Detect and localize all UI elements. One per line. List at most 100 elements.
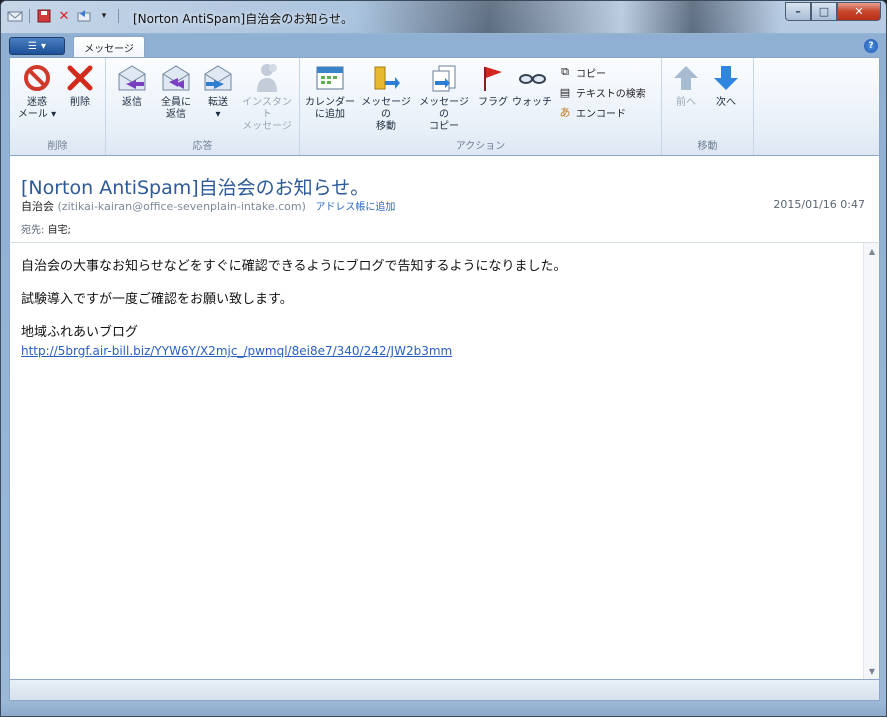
junk-mail-icon bbox=[21, 62, 53, 94]
copy-message-label: メッセージの bbox=[419, 97, 469, 120]
reply-icon bbox=[116, 62, 148, 94]
ribbon: 迷惑 メール ▾ 削除 削除 返信 全員に 返信 転送 ▾ インスタント メッセ… bbox=[9, 57, 880, 156]
watch-label: ウォッチ bbox=[512, 97, 552, 108]
next-button[interactable]: 次へ bbox=[708, 62, 744, 109]
move-message-label: メッセージの bbox=[361, 97, 411, 120]
blog-link[interactable]: http://5brgf.air-bill.biz/YYW6Y/X2mjc_/p… bbox=[21, 344, 452, 358]
body-line-1: 自治会の大事なお知らせなどをすぐに確認できるようにブログで告知するようになりまし… bbox=[21, 259, 567, 274]
encode-icon: あ bbox=[559, 106, 571, 119]
group-move-label: 移動 bbox=[697, 141, 718, 152]
reply-all-label-2: 返信 bbox=[166, 109, 186, 120]
flag-icon bbox=[477, 62, 509, 94]
minimize-button[interactable]: – bbox=[785, 2, 811, 21]
to-label: 宛先: bbox=[21, 225, 45, 236]
previous-button[interactable]: 前へ bbox=[668, 62, 704, 109]
copy-message-icon bbox=[428, 62, 460, 94]
reply-qat-icon[interactable] bbox=[76, 8, 92, 24]
delete-x-icon bbox=[64, 62, 96, 94]
find-text-icon: ▤ bbox=[559, 85, 571, 99]
group-respond-label: 応答 bbox=[192, 141, 213, 152]
move-message-button[interactable]: メッセージの 移動 bbox=[358, 62, 414, 133]
group-respond: 返信 全員に 返信 転送 ▾ インスタント メッセージ 応答 bbox=[106, 58, 300, 155]
body-line-2: 試験導入ですが一度ご確認をお願い致します。 bbox=[21, 292, 293, 307]
copy-message-label-2: コピー bbox=[429, 121, 459, 132]
forward-button[interactable]: 転送 ▾ bbox=[200, 62, 236, 121]
qat-dropdown-icon[interactable]: ▾ bbox=[96, 8, 112, 24]
from-line: 自治会 (zitikai-kairan@office-sevenplain-in… bbox=[21, 198, 395, 214]
forward-label: 転送 bbox=[208, 97, 228, 108]
sender-address: (zitikai-kairan@office-sevenplain-intake… bbox=[57, 200, 306, 213]
flag-label: フラグ bbox=[478, 97, 508, 108]
copy-message-button[interactable]: メッセージの コピー bbox=[416, 62, 472, 133]
save-icon[interactable] bbox=[36, 8, 52, 24]
qat-separator bbox=[118, 9, 119, 23]
move-message-label-2: 移動 bbox=[376, 121, 396, 132]
junk-mail-label-2: メール ▾ bbox=[17, 109, 57, 120]
group-actions: カレンダー に追加 メッセージの 移動 メッセージの コピー フラグ ウォッチ … bbox=[300, 58, 662, 155]
ribbon-tab-row: ☰ ▾ メッセージ ? bbox=[9, 35, 880, 58]
up-arrow-icon bbox=[670, 62, 702, 94]
tab-message[interactable]: メッセージ bbox=[73, 36, 145, 58]
menu-lines-icon: ☰ bbox=[28, 40, 37, 52]
calendar-icon bbox=[314, 62, 346, 94]
junk-mail-button[interactable]: 迷惑 メール ▾ bbox=[14, 62, 60, 121]
watch-glasses-icon bbox=[516, 62, 548, 94]
reply-all-icon bbox=[160, 62, 192, 94]
previous-label: 前へ bbox=[676, 97, 696, 108]
delete-qat-icon[interactable]: ✕ bbox=[56, 8, 72, 24]
quick-access-toolbar: ✕ ▾ bbox=[7, 8, 121, 24]
reply-button[interactable]: 返信 bbox=[112, 62, 152, 109]
maximize-button[interactable]: □ bbox=[811, 2, 837, 21]
actions-small-buttons: ⧉ コピー ▤ テキストの検索 あ エンコード bbox=[558, 64, 646, 120]
scroll-up-icon[interactable]: ▲ bbox=[867, 246, 877, 256]
window-title: [Norton AntiSpam]自治会のお知らせ。 bbox=[133, 12, 353, 26]
down-arrow-icon bbox=[710, 62, 742, 94]
add-to-contacts-link[interactable]: アドレス帳に追加 bbox=[315, 202, 395, 213]
mail-window: ✕ ▾ [Norton AntiSpam]自治会のお知らせ。 – □ ✕ ☰ ▾… bbox=[0, 0, 887, 717]
instant-message-label: インスタント bbox=[242, 97, 292, 120]
message-date: 2015/01/16 0:47 bbox=[773, 198, 865, 211]
body-line-3: 地域ふれあいブログ bbox=[21, 325, 139, 340]
reply-all-button[interactable]: 全員に 返信 bbox=[154, 62, 198, 121]
group-actions-label: アクション bbox=[455, 141, 506, 152]
reply-all-label: 全員に bbox=[161, 97, 191, 108]
reply-label: 返信 bbox=[122, 97, 142, 108]
group-delete: 迷惑 メール ▾ 削除 削除 bbox=[10, 58, 106, 155]
title-bar: ✕ ▾ [Norton AntiSpam]自治会のお知らせ。 – □ ✕ bbox=[1, 1, 886, 33]
watch-button[interactable]: ウォッチ bbox=[512, 62, 552, 109]
window-controls: – □ ✕ bbox=[785, 2, 881, 21]
instant-message-button[interactable]: インスタント メッセージ bbox=[238, 62, 296, 133]
chevron-down-icon: ▾ bbox=[40, 40, 46, 52]
copy-icon: ⧉ bbox=[561, 65, 569, 78]
window-bottom-border bbox=[1, 702, 886, 716]
group-delete-label: 削除 bbox=[47, 141, 68, 152]
junk-mail-label: 迷惑 bbox=[27, 97, 47, 108]
status-bar bbox=[9, 679, 880, 701]
delete-button[interactable]: 削除 bbox=[60, 62, 100, 109]
move-message-icon bbox=[370, 62, 402, 94]
mail-app-icon[interactable] bbox=[7, 8, 23, 24]
message-body: 自治会の大事なお知らせなどをすぐに確認できるようにブログで告知するようになりまし… bbox=[9, 243, 880, 679]
add-to-calendar-button[interactable]: カレンダー に追加 bbox=[304, 62, 356, 121]
next-label: 次へ bbox=[716, 97, 736, 108]
vertical-scrollbar[interactable]: ▲ ▼ bbox=[863, 243, 879, 679]
find-text-label: テキストの検索 bbox=[576, 88, 646, 100]
flag-button[interactable]: フラグ bbox=[476, 62, 510, 109]
group-move: 前へ 次へ 移動 bbox=[662, 58, 754, 155]
find-text-button[interactable]: ▤ テキストの検索 bbox=[558, 84, 646, 100]
copy-button[interactable]: ⧉ コピー bbox=[558, 64, 646, 80]
help-icon[interactable]: ? bbox=[864, 39, 878, 53]
close-button[interactable]: ✕ bbox=[837, 2, 881, 21]
message-header: [Norton AntiSpam]自治会のお知らせ。 自治会 (zitikai-… bbox=[9, 156, 880, 243]
scroll-down-icon[interactable]: ▼ bbox=[867, 666, 877, 676]
to-value: 自宅; bbox=[47, 225, 71, 236]
add-to-calendar-label: カレンダー bbox=[305, 97, 355, 108]
delete-label: 削除 bbox=[70, 97, 90, 108]
forward-dropdown-icon: ▾ bbox=[215, 109, 221, 120]
message-subject: [Norton AntiSpam]自治会のお知らせ。 bbox=[21, 177, 370, 199]
encode-button[interactable]: あ エンコード bbox=[558, 104, 646, 120]
to-line: 宛先: 自宅; bbox=[21, 221, 71, 236]
message-body-text: 自治会の大事なお知らせなどをすぐに確認できるようにブログで告知するようになりまし… bbox=[21, 258, 851, 361]
add-to-calendar-label-2: に追加 bbox=[315, 109, 345, 120]
application-menu-button[interactable]: ☰ ▾ bbox=[9, 37, 65, 55]
